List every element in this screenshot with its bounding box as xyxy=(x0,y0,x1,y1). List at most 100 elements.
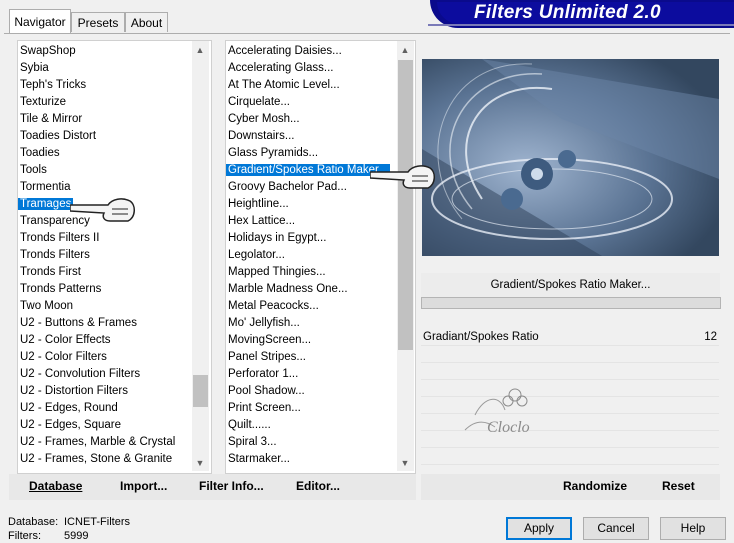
category-list-item[interactable]: Tramages xyxy=(18,196,74,213)
category-list-item[interactable]: Tools xyxy=(18,162,49,179)
database-button[interactable]: Database xyxy=(29,479,82,493)
filter-list-item[interactable]: Mo' Jellyfish... xyxy=(226,315,302,332)
filter-list-item[interactable]: MovingScreen... xyxy=(226,332,313,349)
chevron-up-icon[interactable]: ▲ xyxy=(397,42,413,58)
tab-navigator[interactable]: Navigator xyxy=(9,9,71,33)
filter-list-item[interactable]: Cirquelate... xyxy=(226,94,292,111)
category-list-item[interactable]: U2 - Edges, Round xyxy=(18,400,120,417)
filter-list-item[interactable]: Metal Peacocks... xyxy=(226,298,321,315)
chevron-down-icon[interactable]: ▼ xyxy=(397,455,413,471)
category-list-item[interactable]: Tronds Patterns xyxy=(18,281,103,298)
parameter-row[interactable]: Gradiant/Spokes Ratio 12 xyxy=(421,329,719,346)
cancel-button[interactable]: Cancel xyxy=(583,517,649,540)
category-list-item[interactable]: Tronds Filters II xyxy=(18,230,101,247)
filter-list-item[interactable]: Mapped Thingies... xyxy=(226,264,328,281)
category-list-item[interactable]: U2 - Frames, Marble & Crystal xyxy=(18,434,177,451)
category-list-item[interactable]: U2 - Color Effects xyxy=(18,332,113,349)
filter-list-item[interactable]: Heightline... xyxy=(226,196,291,213)
filter-list-item-label: Heightline... xyxy=(228,198,289,210)
category-list-item-label: U2 - Convolution Filters xyxy=(20,368,141,380)
category-list-item[interactable]: U2 - Color Filters xyxy=(18,349,109,366)
category-list-item[interactable]: Toadies Distort xyxy=(18,128,98,145)
parameter-value[interactable]: 12 xyxy=(704,331,717,343)
filter-list-item-label: Legolator... xyxy=(228,249,285,261)
category-list-item-label: Tronds Patterns xyxy=(20,283,102,295)
tab-presets[interactable]: Presets xyxy=(71,12,125,32)
filter-list-item[interactable]: Downstairs... xyxy=(226,128,296,145)
chevron-up-icon[interactable]: ▲ xyxy=(192,42,208,58)
category-list-item[interactable]: Toadies xyxy=(18,145,62,162)
category-list[interactable]: SwapShop Sybia Teph's Tricks Texturize Tile … xyxy=(17,40,212,474)
category-list-item[interactable]: Tormentia xyxy=(18,179,73,196)
filter-list-item-label: Mo' Jellyfish... xyxy=(228,317,300,329)
filter-list-item[interactable]: Marble Madness One... xyxy=(226,281,350,298)
selected-filter-title: Gradient/Spokes Ratio Maker... xyxy=(421,273,720,298)
database-value: ICNET-Filters xyxy=(64,516,130,528)
filter-list-item[interactable]: Perforator 1... xyxy=(226,366,300,383)
category-list-item[interactable]: Teph's Tricks xyxy=(18,77,88,94)
category-list-item[interactable]: Tronds First xyxy=(18,264,83,281)
category-list-item-label: Tramages xyxy=(18,198,74,210)
chevron-down-icon[interactable]: ▼ xyxy=(192,455,208,471)
category-list-item[interactable]: U2 - Convolution Filters xyxy=(18,366,142,383)
category-list-item-label: U2 - Color Effects xyxy=(20,334,111,346)
filter-info-button[interactable]: Filter Info... xyxy=(199,479,264,493)
category-list-item[interactable]: Sybia xyxy=(18,60,51,77)
filter-list-item[interactable]: Holidays in Egypt... xyxy=(226,230,328,247)
filter-list-item[interactable]: Print Screen... xyxy=(226,400,303,417)
filter-list-item-label: Starmaker... xyxy=(228,453,290,465)
category-list-item-label: Teph's Tricks xyxy=(20,79,87,91)
category-list-item-label: U2 - Buttons & Frames xyxy=(20,317,137,329)
category-list-item-label: Sybia xyxy=(20,62,49,74)
category-list-item[interactable]: U2 - Edges, Square xyxy=(18,417,123,434)
filter-list[interactable]: Accelerating Daisies... Accelerating Glas… xyxy=(225,40,416,474)
randomize-button[interactable]: Randomize xyxy=(563,479,627,493)
filter-list-item[interactable]: At The Atomic Level... xyxy=(226,77,342,94)
filter-list-item[interactable]: Cyber Mosh... xyxy=(226,111,302,128)
category-list-item[interactable]: Tile & Mirror xyxy=(18,111,84,128)
import-button[interactable]: Import... xyxy=(120,479,167,493)
banner-underline xyxy=(428,24,734,26)
watermark-logo: Cloclo xyxy=(455,375,555,445)
help-button[interactable]: Help xyxy=(660,517,726,540)
filters-label: Filters: xyxy=(8,530,41,542)
filter-list-item[interactable]: Accelerating Glass... xyxy=(226,60,335,77)
filter-list-item-label: Groovy Bachelor Pad... xyxy=(228,181,347,193)
category-list-item-label: Tormentia xyxy=(20,181,71,193)
parameter-label: Gradiant/Spokes Ratio xyxy=(423,331,539,343)
category-list-item-label: U2 - Edges, Square xyxy=(20,419,122,431)
database-label: Database: xyxy=(8,516,59,528)
filter-list-item[interactable]: Panel Stripes... xyxy=(226,349,308,366)
category-list-item[interactable]: Texturize xyxy=(18,94,68,111)
category-list-item[interactable]: Two Moon xyxy=(18,298,75,315)
filter-list-item[interactable]: Accelerating Daisies... xyxy=(226,43,344,60)
filter-list-item-label: At The Atomic Level... xyxy=(228,79,340,91)
filter-list-item-label: Downstairs... xyxy=(228,130,295,142)
filter-list-item[interactable]: Glass Pyramids... xyxy=(226,145,320,162)
filter-list-item[interactable]: Groovy Bachelor Pad... xyxy=(226,179,349,196)
filter-list-item-label: Accelerating Glass... xyxy=(228,62,334,74)
category-list-item[interactable]: Tronds Filters xyxy=(18,247,92,264)
preview-artwork xyxy=(422,59,719,256)
category-list-item[interactable]: U2 - Frames, Stone & Granite xyxy=(18,451,174,468)
empty-parameter-row xyxy=(421,346,719,363)
filter-list-item[interactable]: Pool Shadow... xyxy=(226,383,307,400)
filter-list-item[interactable]: Hex Lattice... xyxy=(226,213,297,230)
tab-about[interactable]: About xyxy=(125,12,168,32)
category-list-item-label: SwapShop xyxy=(20,45,76,57)
category-list-item[interactable]: U2 - Distortion Filters xyxy=(18,383,130,400)
filter-scroll-thumb[interactable] xyxy=(398,60,413,350)
reset-button[interactable]: Reset xyxy=(662,479,695,493)
filter-list-item[interactable]: Gradient/Spokes Ratio Maker... xyxy=(226,162,390,179)
category-list-item[interactable]: U2 - Buttons & Frames xyxy=(18,315,139,332)
filter-list-item-label: Holidays in Egypt... xyxy=(228,232,327,244)
filter-list-item[interactable]: Spiral 3... xyxy=(226,434,279,451)
filter-list-item[interactable]: Quilt...... xyxy=(226,417,273,434)
category-scroll-thumb[interactable] xyxy=(193,375,208,407)
empty-parameter-row xyxy=(421,448,719,465)
filter-list-item[interactable]: Starmaker... xyxy=(226,451,292,468)
category-list-item[interactable]: SwapShop xyxy=(18,43,78,60)
editor-button[interactable]: Editor... xyxy=(296,479,340,493)
filter-list-item[interactable]: Legolator... xyxy=(226,247,287,264)
apply-button[interactable]: Apply xyxy=(506,517,572,540)
